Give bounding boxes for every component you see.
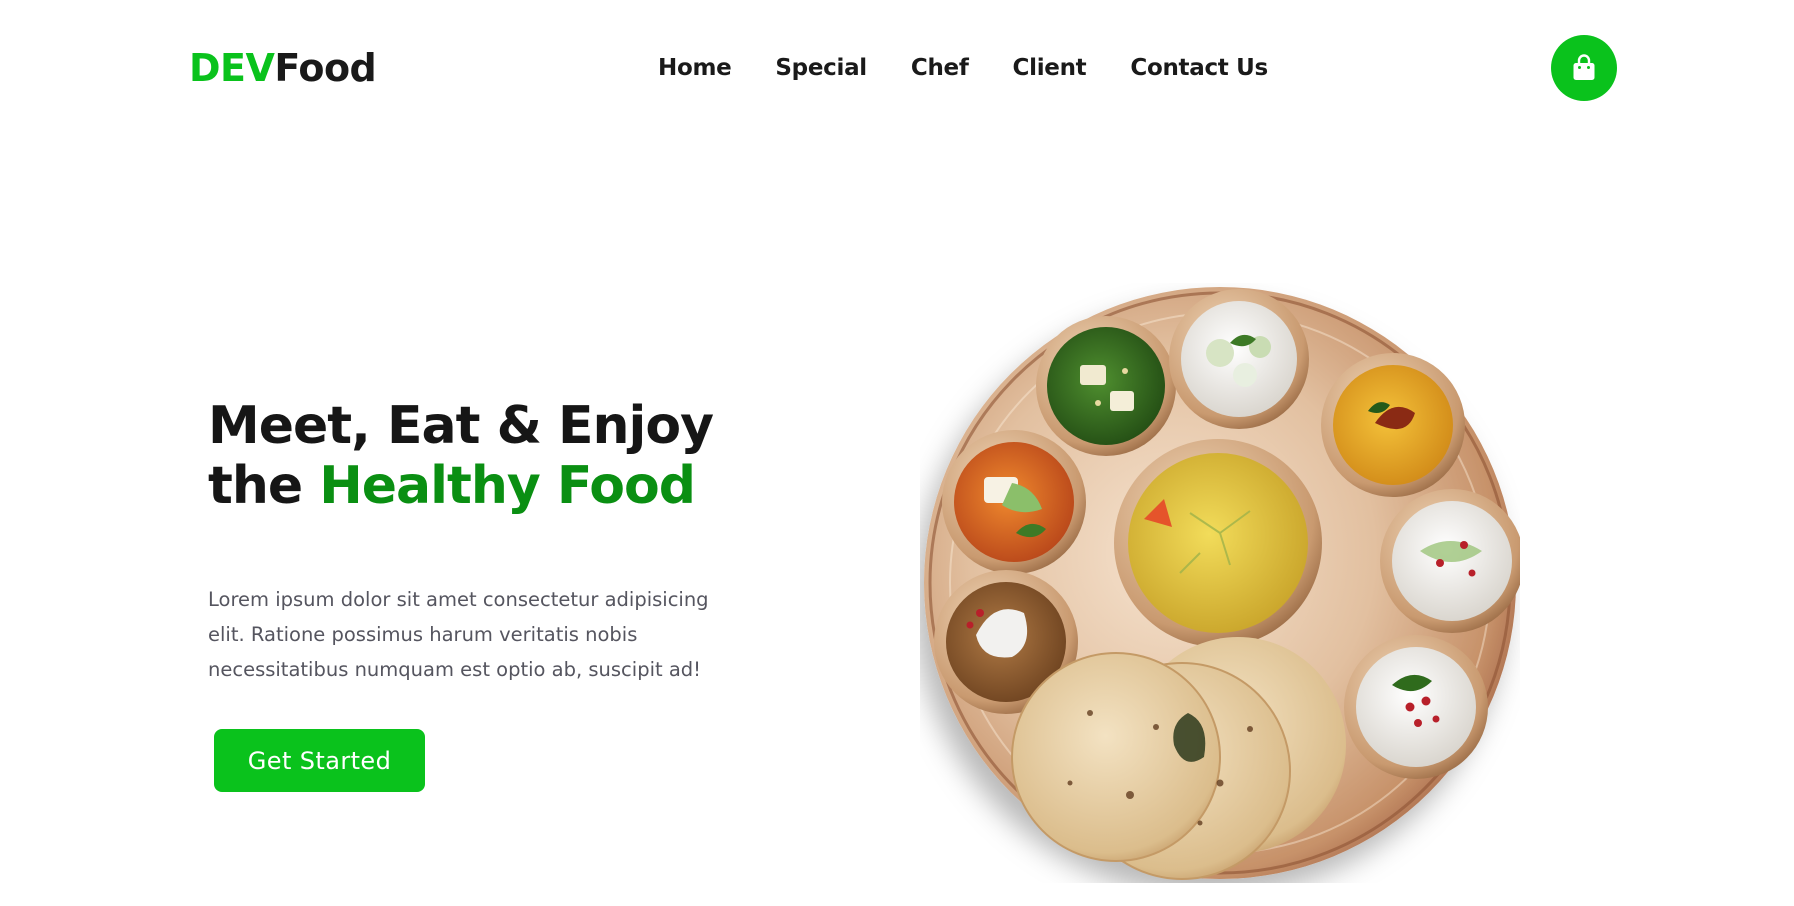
thali-plate-image bbox=[924, 287, 1520, 880]
shopping-bag-icon bbox=[1573, 54, 1595, 80]
brand-logo[interactable]: DEVFood bbox=[189, 44, 377, 92]
nav-item-special[interactable]: Special bbox=[775, 50, 867, 86]
hero-headline-accent: Healthy Food bbox=[319, 456, 696, 516]
hero-description: Lorem ipsum dolor sit amet consectetur a… bbox=[208, 588, 709, 681]
nav-item-home[interactable]: Home bbox=[658, 50, 732, 86]
nav-item-chef[interactable]: Chef bbox=[911, 50, 969, 86]
get-started-button[interactable]: Get Started bbox=[214, 729, 425, 792]
main-nav: Home Special Chef Client Contact Us bbox=[658, 50, 1268, 86]
brand-logo-rest: Food bbox=[274, 46, 377, 90]
hero-headline-line1: Meet, Eat & Enjoy bbox=[208, 396, 714, 456]
nav-item-client[interactable]: Client bbox=[1013, 50, 1087, 86]
hero-headline: Meet, Eat & Enjoy the Healthy Food bbox=[208, 396, 714, 516]
hero-headline-prefix: the bbox=[208, 456, 303, 516]
brand-logo-accent: DEV bbox=[189, 46, 275, 90]
cart-button[interactable] bbox=[1551, 35, 1617, 101]
nav-item-contact-us[interactable]: Contact Us bbox=[1130, 50, 1268, 86]
